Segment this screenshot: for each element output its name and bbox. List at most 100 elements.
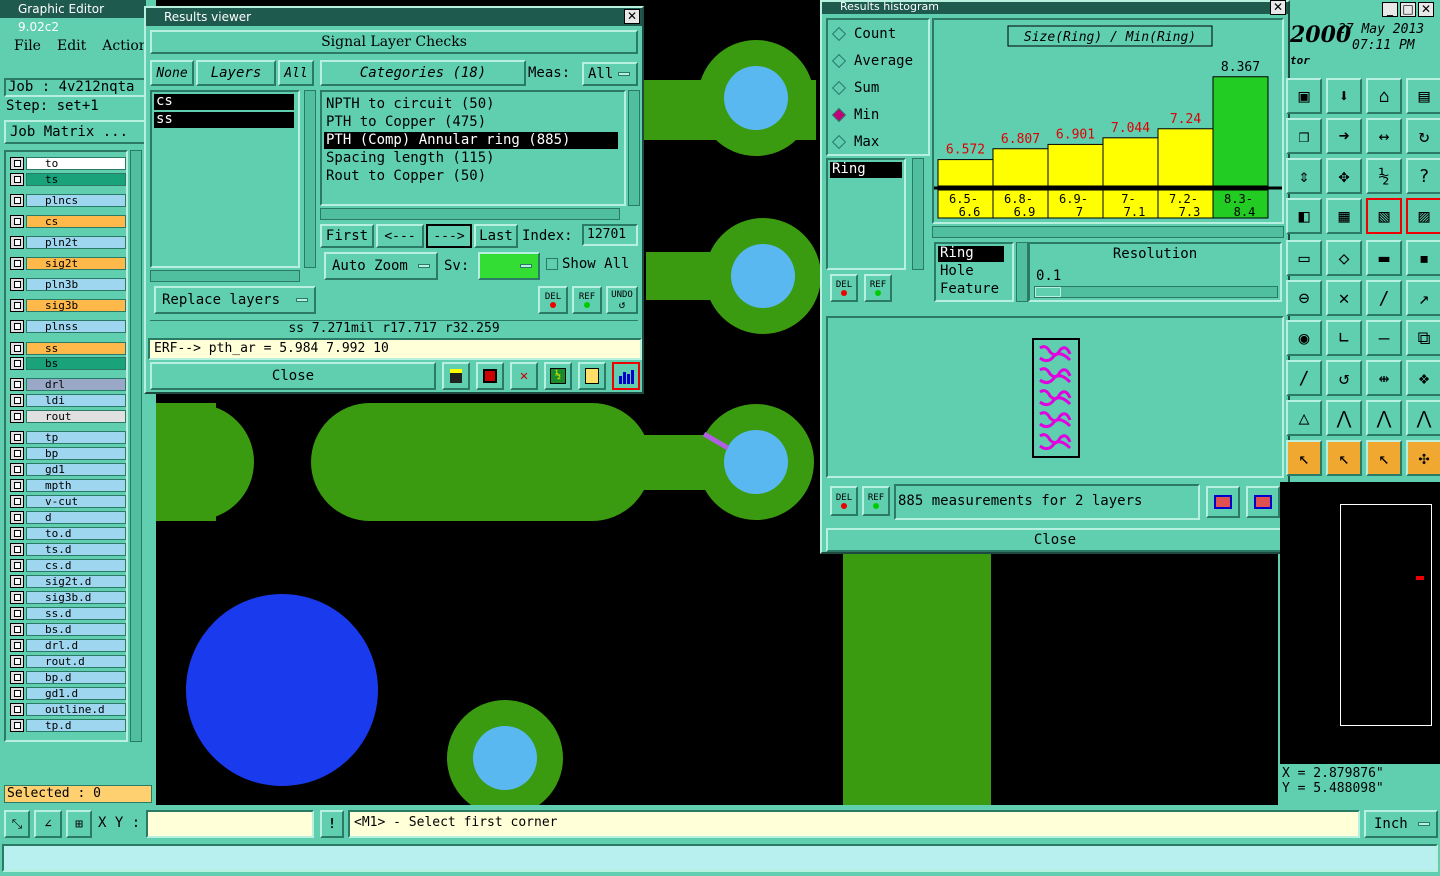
layer-checkbox[interactable] bbox=[10, 718, 24, 732]
stat-option-max[interactable]: Max bbox=[831, 134, 879, 150]
arrow-icon[interactable]: ↗ bbox=[1406, 280, 1440, 316]
drc2-icon[interactable]: ▨ bbox=[1406, 198, 1440, 234]
close-button[interactable]: Close bbox=[150, 362, 436, 390]
layer-checkbox[interactable] bbox=[10, 156, 24, 170]
prev-button[interactable]: <--- bbox=[376, 224, 424, 248]
flip-icon[interactable]: ↔ bbox=[1366, 118, 1402, 154]
pointer2-icon[interactable]: ↖ bbox=[1366, 440, 1402, 476]
layer-row-rout[interactable]: rout bbox=[10, 409, 126, 423]
signal-layer-checks-header[interactable]: Signal Layer Checks bbox=[150, 30, 638, 54]
layer-checkbox[interactable] bbox=[10, 377, 24, 391]
layer-row-v-cut[interactable]: v-cut bbox=[10, 494, 126, 508]
save-icon[interactable]: ▣ bbox=[1286, 78, 1322, 114]
compare-icon[interactable]: ◧ bbox=[1286, 198, 1322, 234]
layer-checkbox[interactable] bbox=[10, 494, 24, 508]
open-icon[interactable]: ⬇ bbox=[1326, 78, 1362, 114]
home-icon[interactable]: ⌂ bbox=[1366, 78, 1402, 114]
rotate-icon[interactable]: ↻ bbox=[1406, 118, 1440, 154]
layers-button[interactable]: Layers bbox=[196, 60, 276, 86]
window-close-icon[interactable]: ✕ bbox=[1418, 2, 1434, 17]
layer-row-sig3b.d[interactable]: sig3b.d bbox=[10, 590, 126, 604]
layer-row-to.d[interactable]: to.d bbox=[10, 526, 126, 540]
categories-button[interactable]: Categories (18) bbox=[320, 60, 526, 86]
measure-icon[interactable]: ∠ bbox=[34, 810, 62, 838]
layer-checkbox[interactable] bbox=[10, 319, 24, 333]
layer-row-ts.d[interactable]: ts.d bbox=[10, 542, 126, 556]
layer-checkbox[interactable] bbox=[10, 558, 24, 572]
help-icon[interactable]: ? bbox=[1406, 158, 1440, 194]
layer-row-gd1[interactable]: gd1 bbox=[10, 462, 126, 476]
layer-checkbox[interactable] bbox=[10, 277, 24, 291]
node-icon[interactable]: ✣ bbox=[1406, 440, 1440, 476]
stat-option-min[interactable]: Min bbox=[831, 107, 879, 123]
layer-row-bp[interactable]: bp bbox=[10, 446, 126, 460]
layer-row-d[interactable]: d bbox=[10, 510, 126, 524]
layer-results-hscroll[interactable] bbox=[150, 270, 300, 282]
lock-icon[interactable]: ⧉ bbox=[1406, 320, 1440, 356]
layer-row-rout.d[interactable]: rout.d bbox=[10, 654, 126, 668]
layer-checkbox[interactable] bbox=[10, 172, 24, 186]
category-item[interactable]: Rout to Copper (50) bbox=[324, 168, 486, 185]
layer-checkbox[interactable] bbox=[10, 193, 24, 207]
layer-checkbox[interactable] bbox=[10, 574, 24, 588]
histogram-bar[interactable] bbox=[992, 148, 1049, 187]
overview-map[interactable] bbox=[1280, 482, 1440, 764]
units-dropdown[interactable]: Inch bbox=[1364, 810, 1438, 838]
menu-edit[interactable]: Edit bbox=[57, 38, 86, 54]
zoom-to-result-icon[interactable] bbox=[1206, 486, 1240, 518]
layer-checkbox[interactable] bbox=[10, 622, 24, 636]
layer-row-bs.d[interactable]: bs.d bbox=[10, 622, 126, 636]
maximize-icon[interactable]: □ bbox=[1400, 2, 1416, 17]
all-layers-button[interactable]: All bbox=[278, 60, 314, 86]
layer-row-drl[interactable]: drl bbox=[10, 377, 126, 391]
sequence-icon[interactable]: ½ bbox=[544, 362, 572, 390]
arch-icon[interactable]: ⋀ bbox=[1326, 400, 1362, 436]
layer-checkbox[interactable] bbox=[10, 409, 24, 423]
layer-list-scrollbar[interactable] bbox=[130, 150, 142, 742]
stat-option-sum[interactable]: Sum bbox=[831, 80, 879, 96]
layer-row-gd1.d[interactable]: gd1.d bbox=[10, 686, 126, 700]
layer-checkbox[interactable] bbox=[10, 393, 24, 407]
layer-row-pln3b[interactable]: pln3b bbox=[10, 277, 126, 291]
hist-item-list[interactable]: Ring bbox=[826, 158, 906, 270]
results-viewer-close-x[interactable]: ✕ bbox=[624, 9, 640, 24]
histogram-bar[interactable] bbox=[1212, 76, 1269, 187]
layer-row-to[interactable]: to bbox=[10, 156, 126, 170]
layer-checkbox[interactable] bbox=[10, 356, 24, 370]
scale-icon[interactable]: ½ bbox=[1366, 158, 1402, 194]
triangle-icon[interactable]: △ bbox=[1286, 400, 1322, 436]
angle-icon[interactable]: ∟ bbox=[1326, 320, 1362, 356]
shape-icon[interactable]: ◇ bbox=[1326, 240, 1362, 276]
move-red-icon[interactable]: ∕ bbox=[1286, 360, 1322, 396]
del-button[interactable]: DEL bbox=[538, 286, 568, 314]
attr-list[interactable]: Ring Hole Feature bbox=[934, 242, 1014, 302]
layer-checkbox[interactable] bbox=[10, 638, 24, 652]
category-item[interactable]: Spacing length (115) bbox=[324, 150, 495, 167]
layer-row-sig3b[interactable]: sig3b bbox=[10, 298, 126, 312]
layer-row-mpth[interactable]: mpth bbox=[10, 478, 126, 492]
layer-checkbox[interactable] bbox=[10, 670, 24, 684]
layer-checkbox[interactable] bbox=[10, 341, 24, 355]
histogram-bar[interactable] bbox=[1102, 137, 1159, 187]
view-icon[interactable]: ▤ bbox=[1406, 78, 1440, 114]
layer-row-ldi[interactable]: ldi bbox=[10, 393, 126, 407]
copy-icon[interactable]: ❐ bbox=[1286, 118, 1322, 154]
histogram-bar[interactable] bbox=[1047, 143, 1104, 187]
layer-checkbox[interactable] bbox=[10, 446, 24, 460]
line-icon[interactable]: / bbox=[1366, 280, 1402, 316]
index-input[interactable]: 12701 bbox=[582, 224, 638, 246]
layer-checkbox[interactable] bbox=[10, 654, 24, 668]
histogram-bar[interactable] bbox=[937, 159, 994, 187]
dots-icon[interactable]: ▪ bbox=[1406, 240, 1440, 276]
width-icon[interactable]: ⇹ bbox=[1366, 360, 1402, 396]
job-matrix-button[interactable]: Job Matrix ... bbox=[4, 120, 146, 144]
auto-zoom-dropdown[interactable]: Auto Zoom bbox=[324, 252, 438, 280]
ruler-icon[interactable]: ▬ bbox=[1366, 240, 1402, 276]
category-hscroll[interactable] bbox=[320, 208, 620, 220]
category-item[interactable]: PTH to Copper (475) bbox=[324, 114, 486, 131]
layer-checkbox[interactable] bbox=[10, 235, 24, 249]
last-button[interactable]: Last bbox=[474, 224, 518, 248]
alert-icon[interactable]: ! bbox=[320, 810, 344, 838]
report-icon[interactable] bbox=[476, 362, 504, 390]
layer-checkbox[interactable] bbox=[10, 478, 24, 492]
